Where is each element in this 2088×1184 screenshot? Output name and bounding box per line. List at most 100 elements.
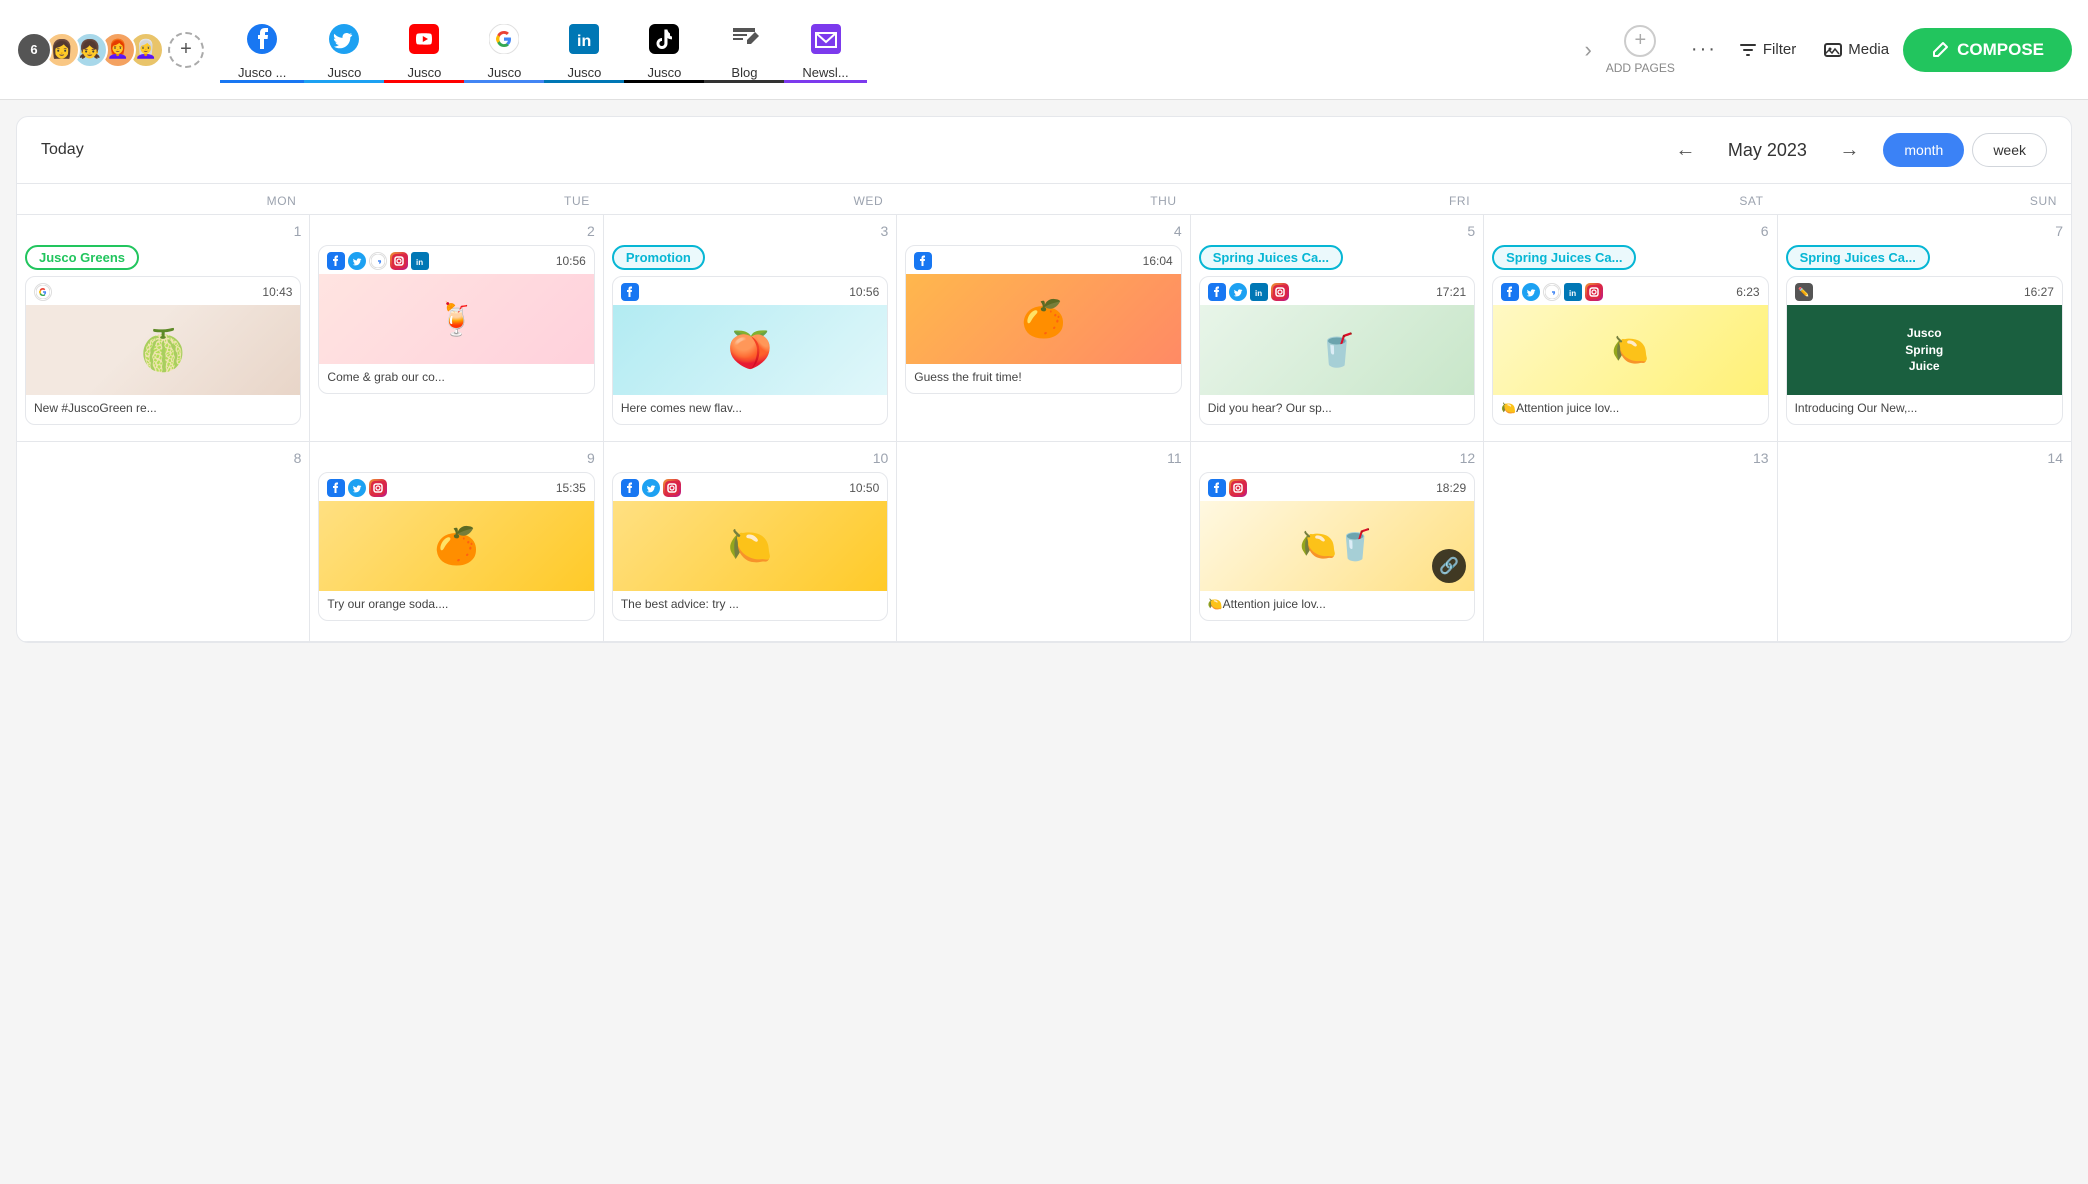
media-icon [1824, 41, 1842, 59]
tw-icon-sat6 [1522, 283, 1540, 301]
day-num-11: 11 [905, 450, 1181, 466]
tab-blog-label: Blog [731, 65, 757, 80]
tab-linkedin[interactable]: in Jusco [544, 16, 624, 83]
cell-mon-8: 8 [17, 442, 310, 642]
cell-tue-2: 2 [310, 215, 603, 442]
filter-icon [1739, 41, 1757, 59]
day-num-13: 13 [1492, 450, 1768, 466]
post-card-fri5-header: in 17:21 [1200, 277, 1474, 305]
header-mon: MON [17, 184, 310, 215]
ig-icon-fri5 [1271, 283, 1289, 301]
post-img-tue9: 🍊 [319, 501, 593, 591]
today-button[interactable]: Today [41, 141, 84, 159]
cell-thu-4: 4 16:04 🍊 Guess the fruit time! [897, 215, 1190, 442]
ig-icon-tue2 [390, 252, 408, 270]
svg-text:in: in [577, 33, 591, 50]
cell-fri-5: 5 Spring Juices Ca... in [1191, 215, 1484, 442]
header-wed: WED [604, 184, 897, 215]
twitter-icon [329, 24, 359, 61]
add-pages-button[interactable]: + ADD PAGES [1598, 17, 1683, 83]
tab-twitter[interactable]: Jusco [304, 16, 384, 83]
post-img-fri5: 🥤 [1200, 305, 1474, 395]
post-time-tue2: 10:56 [556, 254, 586, 268]
post-caption-thu4: Guess the fruit time! [906, 364, 1180, 393]
day-num-7: 7 [1786, 223, 2063, 239]
week-view-button[interactable]: week [1972, 133, 2047, 167]
filter-button[interactable]: Filter [1725, 33, 1810, 67]
post-card-tue2-header: in 10:56 [319, 246, 593, 274]
add-user-button[interactable]: + [168, 32, 204, 68]
post-card-fri5[interactable]: in 17:21 🥤 Did you hear? Our sp... [1199, 276, 1475, 425]
li-icon-tue2: in [411, 252, 429, 270]
post-icons-tue2: in [327, 252, 429, 270]
tab-newsletter[interactable]: Newsl... [784, 16, 866, 83]
post-card-wed10[interactable]: 10:50 🍋 The best advice: try ... [612, 472, 888, 621]
g-icon-tue2 [369, 252, 387, 270]
week-2: 8 9 15: [17, 442, 2071, 642]
more-options-button[interactable]: ··· [1683, 30, 1725, 69]
link-badge: 🔗 [1432, 549, 1466, 583]
month-view-button[interactable]: month [1883, 133, 1964, 167]
fb-icon-tue2 [327, 252, 345, 270]
tab-google-label: Jusco [487, 65, 521, 80]
tab-blog[interactable]: Blog [704, 16, 784, 83]
compose-button[interactable]: COMPOSE [1903, 28, 2072, 72]
view-toggle: month week [1883, 133, 2047, 167]
tag-promotion[interactable]: Promotion [612, 245, 705, 270]
post-card-fri12-header: 18:29 [1200, 473, 1474, 501]
linkedin-icon: in [569, 24, 599, 61]
top-nav: 6 👩 👧 👩‍🦰 👩‍🦳 + Jusco ... Jusco Jusco [0, 0, 2088, 100]
header-fri: FRI [1191, 184, 1484, 215]
tab-youtube[interactable]: Jusco [384, 16, 464, 83]
tab-facebook-label: Jusco ... [238, 65, 286, 80]
tag-jusco-greens[interactable]: Jusco Greens [25, 245, 139, 270]
prev-month-button[interactable]: ← [1675, 139, 1695, 162]
tab-tiktok[interactable]: Jusco [624, 16, 704, 83]
post-card-mon1[interactable]: 10:43 🍈 New #JuscoGreen re... [25, 276, 301, 425]
svg-text:in: in [416, 258, 423, 267]
header-thu: THU [897, 184, 1190, 215]
day-num-9: 9 [318, 450, 594, 466]
post-card-tue2[interactable]: in 10:56 🍹 Come & grab our co... [318, 245, 594, 394]
header-sun: SUN [1778, 184, 2071, 215]
media-button[interactable]: Media [1810, 33, 1903, 67]
li-icon-fri5: in [1250, 283, 1268, 301]
avatars-group: 6 👩 👧 👩‍🦰 👩‍🦳 + [16, 32, 204, 68]
post-caption-wed3: Here comes new flav... [613, 395, 887, 424]
post-icons-mon1 [34, 283, 52, 301]
day-num-8: 8 [25, 450, 301, 466]
post-caption-wed10: The best advice: try ... [613, 591, 887, 620]
post-card-thu4[interactable]: 16:04 🍊 Guess the fruit time! [905, 245, 1181, 394]
tw-icon-tue9 [348, 479, 366, 497]
post-card-sat6[interactable]: in 6:23 🍋 🍋Attention juice lov... [1492, 276, 1768, 425]
tag-spring-fri[interactable]: Spring Juices Ca... [1199, 245, 1343, 270]
post-caption-tue2: Come & grab our co... [319, 364, 593, 393]
fb-icon-fri5 [1208, 283, 1226, 301]
ig-icon-tue9 [369, 479, 387, 497]
cell-mon-1: 1 Jusco Greens 10:43 🍈 New #JuscoGreen r… [17, 215, 310, 442]
avatar-count[interactable]: 6 [16, 32, 52, 68]
add-pages-label: ADD PAGES [1606, 61, 1675, 75]
tag-spring-sat[interactable]: Spring Juices Ca... [1492, 245, 1636, 270]
tab-newsletter-label: Newsl... [802, 65, 848, 80]
cell-wed-10: 10 10:50 🍋 [604, 442, 897, 642]
post-time-fri5: 17:21 [1436, 285, 1466, 299]
post-caption-mon1: New #JuscoGreen re... [26, 395, 300, 424]
post-card-tue9[interactable]: 15:35 🍊 Try our orange soda.... [318, 472, 594, 621]
next-month-button[interactable]: → [1839, 139, 1859, 162]
li-icon-sat6: in [1564, 283, 1582, 301]
post-card-wed3[interactable]: 10:56 🍑 Here comes new flav... [612, 276, 888, 425]
post-caption-sat6: 🍋Attention juice lov... [1493, 395, 1767, 424]
post-caption-tue9: Try our orange soda.... [319, 591, 593, 620]
day-num-14: 14 [1786, 450, 2063, 466]
fb-icon-wed3 [621, 283, 639, 301]
tabs-scroll-right[interactable]: › [1578, 37, 1597, 63]
post-card-sun7[interactable]: ✏️ 16:27 JuscoSpringJuice Introducing Ou… [1786, 276, 2063, 425]
tab-facebook[interactable]: Jusco ... [220, 16, 304, 83]
header-sat: SAT [1484, 184, 1777, 215]
post-time-wed3: 10:56 [849, 285, 879, 299]
post-card-fri12[interactable]: 18:29 🍋🥤 🔗 🍋Attention juice lov... [1199, 472, 1475, 621]
tab-google[interactable]: Jusco [464, 16, 544, 83]
header-tue: TUE [310, 184, 603, 215]
tag-spring-sun[interactable]: Spring Juices Ca... [1786, 245, 1930, 270]
